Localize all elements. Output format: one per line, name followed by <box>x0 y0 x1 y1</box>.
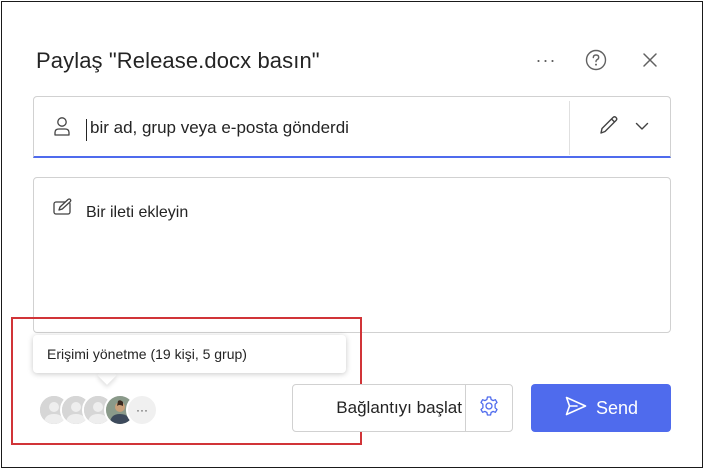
link-settings-button[interactable] <box>466 385 512 431</box>
manage-access-tooltip: Erişimi yönetme (19 kişi, 5 grup) <box>33 335 346 373</box>
close-icon[interactable] <box>636 46 664 74</box>
recipient-input[interactable] <box>90 113 560 143</box>
link-split-button: Bağlantıyı başlat <box>292 384 513 432</box>
send-button[interactable]: Send <box>531 384 671 432</box>
pencil-icon <box>597 113 621 142</box>
message-field[interactable] <box>33 177 671 333</box>
send-icon <box>564 395 588 422</box>
manage-access-avatars[interactable]: ··· <box>38 394 168 426</box>
dialog-title: Paylaş "Release.docx basın" <box>36 48 320 73</box>
permission-dropdown-button[interactable] <box>582 105 664 149</box>
divider <box>569 101 570 155</box>
copy-link-button[interactable]: Bağlantıyı başlat <box>293 385 465 431</box>
send-label: Send <box>595 397 639 418</box>
help-icon[interactable] <box>582 46 610 74</box>
more-options-icon[interactable]: ··· <box>532 46 560 74</box>
more-people-icon: ··· <box>126 394 158 426</box>
chevron-down-icon <box>635 118 649 136</box>
compose-icon <box>52 198 74 218</box>
gear-icon <box>478 395 500 422</box>
recipient-field[interactable] <box>33 96 671 158</box>
message-input[interactable] <box>86 200 646 226</box>
text-cursor <box>86 119 87 141</box>
person-icon <box>52 115 72 137</box>
tooltip-text: Erişimi yönetme (19 kişi, 5 grup) <box>47 346 247 362</box>
